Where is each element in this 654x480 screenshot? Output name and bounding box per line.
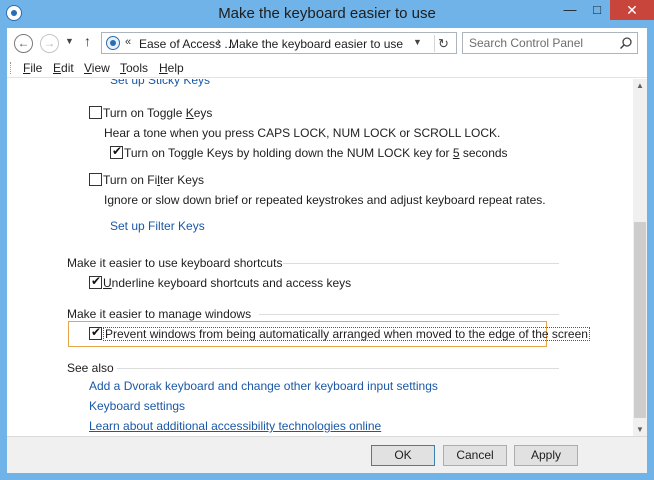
- title-bar[interactable]: Make the keyboard easier to use — □ ✕: [0, 0, 654, 27]
- refresh-icon[interactable]: ↻: [434, 35, 452, 52]
- prevent-arrange-label[interactable]: Prevent windows from being automatically…: [103, 327, 590, 341]
- scroll-up-arrow-icon[interactable]: ▲: [636, 81, 644, 90]
- filter-keys-label[interactable]: Turn on Filter Keys: [103, 173, 204, 187]
- set-up-filter-keys-link[interactable]: Set up Filter Keys: [110, 219, 205, 233]
- search-box[interactable]: [462, 32, 638, 54]
- breadcrumb-current-page[interactable]: Make the keyboard easier to use: [229, 37, 403, 51]
- windows-section-header: Make it easier to manage windows: [67, 307, 252, 321]
- prevent-arrange-checkbox[interactable]: [89, 325, 102, 340]
- menu-file[interactable]: File: [23, 61, 42, 75]
- window-frame: Make the keyboard easier to use — □ ✕ ← …: [0, 0, 654, 480]
- cancel-button[interactable]: Cancel: [443, 445, 507, 466]
- scroll-down-arrow-icon[interactable]: ▼: [636, 425, 644, 434]
- section-divider: [259, 314, 559, 315]
- forward-arrow-icon[interactable]: →: [40, 34, 59, 53]
- ok-button[interactable]: OK: [371, 445, 435, 466]
- menu-tools[interactable]: Tools: [120, 61, 148, 75]
- menu-edit[interactable]: Edit: [53, 61, 74, 75]
- recent-pages-chevron-icon[interactable]: ▼: [65, 36, 74, 46]
- apply-button[interactable]: Apply: [514, 445, 578, 466]
- toggle-keys-label[interactable]: Turn on Toggle Keys: [103, 106, 212, 120]
- underline-shortcuts-checkbox[interactable]: [89, 274, 102, 289]
- search-input[interactable]: [469, 36, 609, 50]
- shortcuts-section-header: Make it easier to use keyboard shortcuts: [67, 256, 283, 270]
- filter-keys-description: Ignore or slow down brief or repeated ke…: [104, 193, 546, 207]
- toggle-keys-description: Hear a tone when you press CAPS LOCK, NU…: [104, 126, 501, 140]
- see-also-header: See also: [67, 361, 114, 375]
- toggle-keys-checkbox[interactable]: [89, 106, 102, 119]
- underline-shortcuts-label[interactable]: Underline keyboard shortcuts and access …: [103, 276, 351, 290]
- menu-bar: File Edit View Tools Help: [7, 58, 647, 78]
- minimize-button[interactable]: —: [556, 0, 584, 20]
- breadcrumb-separator-icon[interactable]: ›: [217, 36, 221, 48]
- breadcrumb-overflow-chevron-icon[interactable]: «: [125, 36, 131, 48]
- up-arrow-icon[interactable]: ↑: [84, 33, 91, 49]
- toggle-keys-hold-checkbox[interactable]: [110, 144, 123, 159]
- address-bar[interactable]: « Ease of Access ... › Make the keyboard…: [101, 32, 457, 54]
- section-divider: [117, 368, 559, 369]
- set-up-sticky-keys-link[interactable]: Set up Sticky Keys: [110, 79, 210, 87]
- section-divider: [283, 263, 559, 264]
- add-dvorak-keyboard-link[interactable]: Add a Dvorak keyboard and change other k…: [89, 379, 438, 393]
- settings-content: Set up Sticky Keys Turn on Toggle Keys H…: [7, 79, 633, 436]
- filter-keys-checkbox[interactable]: [89, 173, 102, 186]
- menu-view[interactable]: View: [84, 61, 110, 75]
- toggle-keys-hold-label[interactable]: Turn on Toggle Keys by holding down the …: [124, 146, 508, 160]
- client-area: ← → ▼ ↑ « Ease of Access ... › Make the …: [7, 28, 647, 473]
- close-button[interactable]: ✕: [610, 0, 654, 20]
- search-icon[interactable]: [619, 36, 633, 50]
- scrollbar-thumb[interactable]: [634, 222, 646, 418]
- menu-help[interactable]: Help: [159, 61, 184, 75]
- vertical-scrollbar[interactable]: ▲ ▼: [633, 79, 647, 436]
- menu-grip: [10, 62, 12, 74]
- back-arrow-icon[interactable]: ←: [14, 34, 33, 53]
- navigation-bar: ← → ▼ ↑ « Ease of Access ... › Make the …: [7, 28, 647, 58]
- dialog-button-bar: OK Cancel Apply: [7, 436, 647, 473]
- ease-of-access-icon: [106, 36, 120, 50]
- maximize-button[interactable]: □: [584, 0, 610, 20]
- address-dropdown-chevron-icon[interactable]: ▼: [413, 37, 422, 47]
- accessibility-technologies-link[interactable]: Learn about additional accessibility tec…: [89, 419, 381, 433]
- keyboard-settings-link[interactable]: Keyboard settings: [89, 399, 185, 413]
